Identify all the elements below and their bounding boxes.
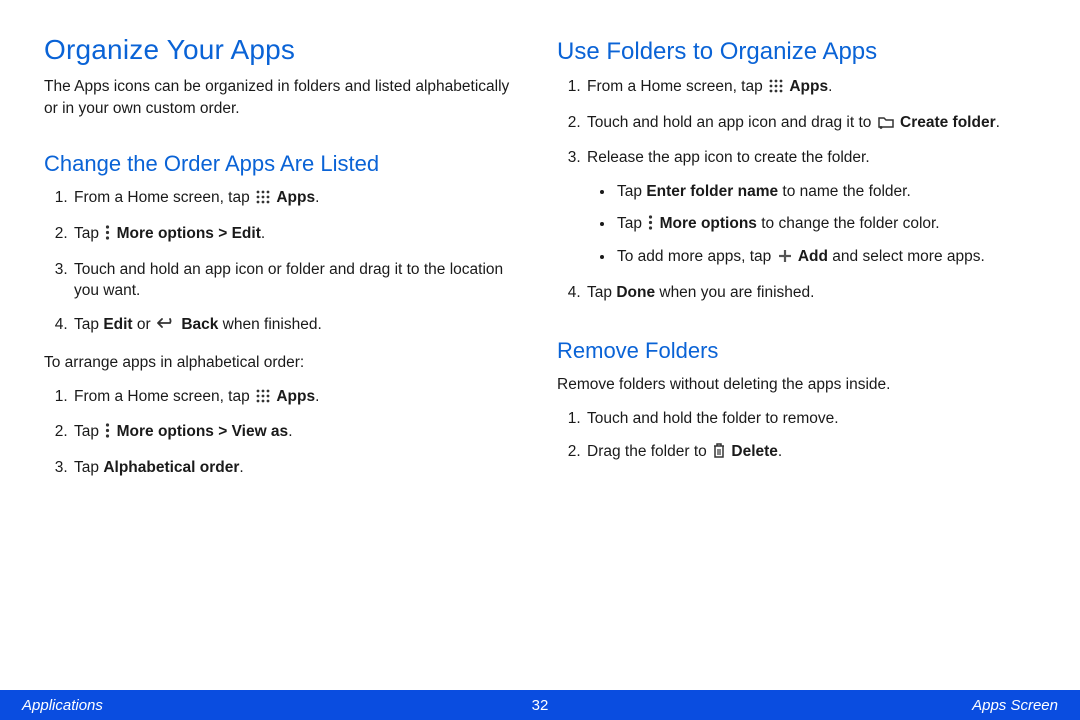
- list-item: Touch and hold an app icon and drag it t…: [585, 112, 1040, 136]
- change-order-steps: From a Home screen, tap Apps. Tap More o…: [44, 187, 527, 337]
- list-item: To add more apps, tap Add and select mor…: [615, 246, 1040, 270]
- more-options-icon: [105, 423, 110, 445]
- list-item: Touch and hold the folder to remove.: [585, 408, 1040, 430]
- heading-organize-your-apps: Organize Your Apps: [44, 34, 527, 66]
- footer-left: Applications: [22, 697, 103, 714]
- list-item: Tap More options to change the folder co…: [615, 213, 1040, 237]
- heading-change-order: Change the Order Apps Are Listed: [44, 151, 527, 177]
- footer-right: Apps Screen: [972, 697, 1058, 714]
- alpha-steps: From a Home screen, tap Apps. Tap More o…: [44, 386, 527, 479]
- apps-grid-icon: [256, 189, 270, 211]
- intro-paragraph: The Apps icons can be organized in folde…: [44, 76, 527, 119]
- alpha-intro: To arrange apps in alphabetical order:: [44, 352, 527, 374]
- apps-grid-icon: [256, 388, 270, 410]
- folder-substeps: Tap Enter folder name to name the folder…: [587, 181, 1040, 270]
- remove-intro: Remove folders without deleting the apps…: [557, 374, 1040, 396]
- list-item: Drag the folder to Delete.: [585, 441, 1040, 465]
- list-item: Tap Alphabetical order.: [72, 457, 527, 479]
- list-item: Tap More options > View as.: [72, 421, 527, 445]
- list-item: Release the app icon to create the folde…: [585, 147, 1040, 270]
- list-item: Tap More options > Edit.: [72, 223, 527, 247]
- more-options-icon: [105, 225, 110, 247]
- back-icon: [157, 316, 175, 338]
- left-column: Organize Your Apps The Apps icons can be…: [44, 34, 527, 493]
- list-item: Tap Enter folder name to name the folder…: [615, 181, 1040, 203]
- list-item: From a Home screen, tap Apps.: [72, 187, 527, 211]
- plus-icon: [778, 248, 792, 270]
- list-item: Tap Done when you are finished.: [585, 282, 1040, 304]
- delete-icon: [713, 443, 725, 465]
- page-number: 32: [532, 697, 549, 714]
- list-item: Touch and hold an app icon or folder and…: [72, 259, 527, 302]
- list-item: From a Home screen, tap Apps.: [72, 386, 527, 410]
- page-footer: Applications 32 Apps Screen: [0, 690, 1080, 720]
- heading-use-folders: Use Folders to Organize Apps: [557, 38, 1040, 66]
- list-item: Tap Edit or Back when finished.: [72, 314, 527, 338]
- remove-steps: Touch and hold the folder to remove. Dra…: [557, 408, 1040, 465]
- list-item: From a Home screen, tap Apps.: [585, 76, 1040, 100]
- heading-remove-folders: Remove Folders: [557, 338, 1040, 364]
- create-folder-icon: [878, 114, 894, 136]
- apps-grid-icon: [769, 78, 783, 100]
- use-folders-steps: From a Home screen, tap Apps. Touch and …: [557, 76, 1040, 304]
- more-options-icon: [648, 215, 653, 237]
- right-column: Use Folders to Organize Apps From a Home…: [557, 34, 1040, 493]
